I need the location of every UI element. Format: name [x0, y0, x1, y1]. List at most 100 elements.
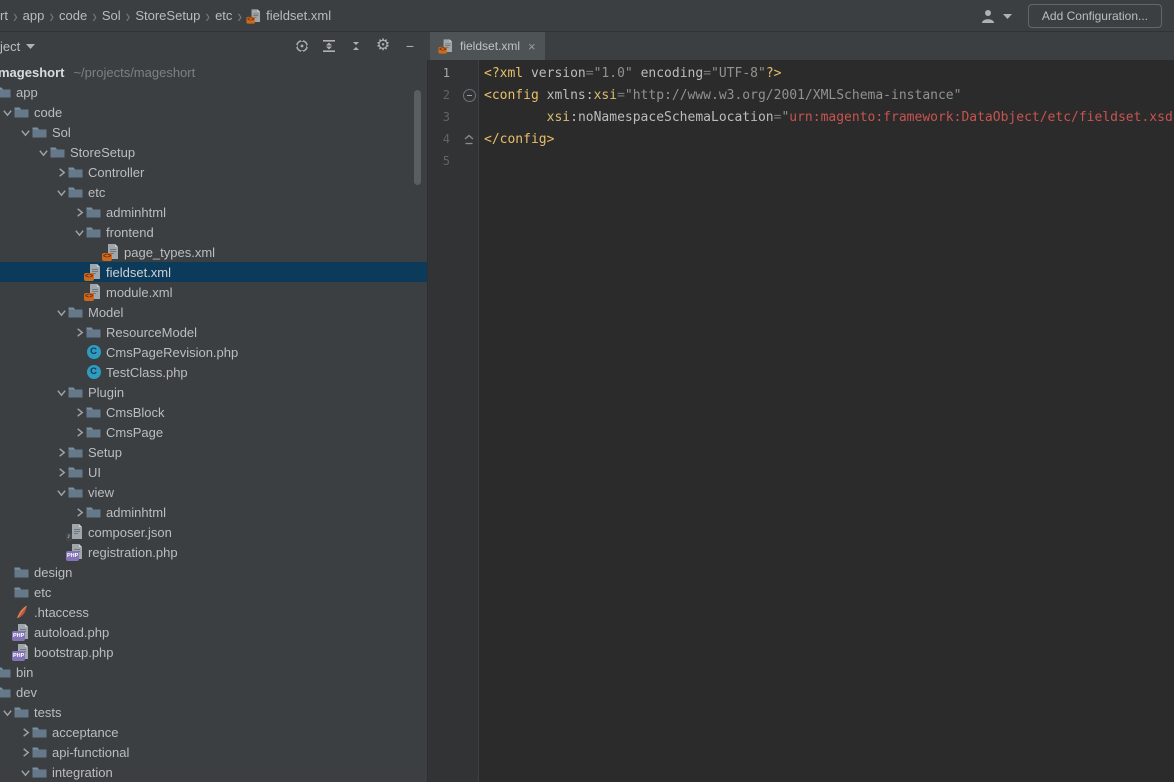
code-line-2[interactable]: 2<config xmlns:xsi="http://www.w3.org/20…: [428, 84, 1174, 106]
fold-end-icon[interactable]: [462, 134, 476, 145]
tree-item-cmsblock[interactable]: CmsBlock: [0, 402, 427, 422]
tree-item-label: CmsPageRevision.php: [106, 345, 238, 360]
chevron-collapsed-icon[interactable]: [72, 407, 86, 418]
tree-item-bin[interactable]: bin: [0, 662, 427, 682]
tree-item-autoload-php[interactable]: PHPautoload.php: [0, 622, 427, 642]
tree-item-label: dev: [16, 685, 37, 700]
tree-item-controller[interactable]: Controller: [0, 162, 427, 182]
collapse-all-icon[interactable]: [347, 37, 365, 55]
tree-item-etc[interactable]: etc: [0, 182, 427, 202]
tree-item-sol[interactable]: Sol: [0, 122, 427, 142]
tree-item-setup[interactable]: Setup: [0, 442, 427, 462]
tree-item-page-types-xml[interactable]: <>page_types.xml: [0, 242, 427, 262]
breadcrumb-item-etc[interactable]: etc: [215, 8, 232, 23]
line-number: 5: [434, 154, 450, 168]
code-line-5[interactable]: 5: [428, 150, 1174, 172]
tree-item-composer-json[interactable]: ♪composer.json: [0, 522, 427, 542]
code-text: </config>: [484, 132, 554, 147]
folder-icon: [86, 204, 101, 220]
close-tab-icon[interactable]: ×: [528, 39, 536, 54]
project-tree-scrollbar[interactable]: [414, 90, 421, 185]
breadcrumb-item-code[interactable]: code: [59, 8, 87, 23]
line-number: 3: [434, 110, 450, 124]
tree-item-integration[interactable]: integration: [0, 762, 427, 782]
breadcrumb-item-storesetup[interactable]: StoreSetup: [135, 8, 200, 23]
tree-item-frontend[interactable]: frontend: [0, 222, 427, 242]
code-line-4[interactable]: 4</config>: [428, 128, 1174, 150]
tree-item-api-functional[interactable]: api-functional: [0, 742, 427, 762]
chevron-collapsed-icon[interactable]: [54, 167, 68, 178]
tree-item-testclass-php[interactable]: CTestClass.php: [0, 362, 427, 382]
tree-item-label: registration.php: [88, 545, 178, 560]
tree-item-tests[interactable]: tests: [0, 702, 427, 722]
chevron-collapsed-icon[interactable]: [72, 427, 86, 438]
editor[interactable]: 1<?xml version="1.0" encoding="UTF-8"?>2…: [428, 60, 1174, 782]
tree-item-bootstrap-php[interactable]: PHPbootstrap.php: [0, 642, 427, 662]
chevron-collapsed-icon[interactable]: [18, 727, 32, 738]
tab-label: fieldset.xml: [460, 39, 520, 53]
chevron-expanded-icon[interactable]: [36, 147, 50, 158]
chevron-collapsed-icon[interactable]: [54, 447, 68, 458]
chevron-expanded-icon[interactable]: [18, 127, 32, 138]
settings-gear-icon[interactable]: ⚙: [374, 37, 392, 55]
tree-item-cmspage[interactable]: CmsPage: [0, 422, 427, 442]
chevron-collapsed-icon[interactable]: [72, 207, 86, 218]
tree-item-fieldset-xml[interactable]: <>fieldset.xml: [0, 262, 427, 282]
project-tree: mageshort~/projects/mageshortappcodeSolS…: [0, 60, 427, 782]
code-text: <config xmlns:xsi="http://www.w3.org/200…: [484, 88, 961, 103]
tree-item--htaccess[interactable]: .htaccess: [0, 602, 427, 622]
folder-icon: [0, 684, 11, 700]
breadcrumb-item-app[interactable]: app: [23, 8, 45, 23]
hide-panel-icon[interactable]: −: [401, 37, 419, 55]
add-configuration-button[interactable]: Add Configuration...: [1028, 4, 1162, 28]
chevron-collapsed-icon[interactable]: [72, 507, 86, 518]
breadcrumb-item-sol[interactable]: Sol: [102, 8, 121, 23]
project-view-dropdown[interactable]: ject: [0, 39, 35, 54]
tree-item-module-xml[interactable]: <>module.xml: [0, 282, 427, 302]
tree-item-dev[interactable]: dev: [0, 682, 427, 702]
chevron-expanded-icon[interactable]: [72, 227, 86, 238]
tree-item-ui[interactable]: UI: [0, 462, 427, 482]
folder-icon: [86, 404, 101, 420]
tree-item-adminhtml[interactable]: adminhtml: [0, 502, 427, 522]
breadcrumb-item-fieldset-xml[interactable]: <>fieldset.xml: [247, 8, 331, 24]
chevron-collapsed-icon[interactable]: [18, 747, 32, 758]
breadcrumb-item-rt[interactable]: rt: [0, 8, 8, 23]
tree-item-model[interactable]: Model: [0, 302, 427, 322]
chevron-down-icon[interactable]: [1003, 13, 1012, 19]
code-text: <?xml version="1.0" encoding="UTF-8"?>: [484, 66, 781, 81]
tree-item-plugin[interactable]: Plugin: [0, 382, 427, 402]
breadcrumb-separator-icon: ›: [121, 5, 136, 26]
tree-item-code[interactable]: code: [0, 102, 427, 122]
tree-item-etc[interactable]: etc: [0, 582, 427, 602]
user-icon[interactable]: [980, 9, 997, 23]
chevron-expanded-icon[interactable]: [18, 767, 32, 778]
tree-item-label: .htaccess: [34, 605, 89, 620]
code-line-3[interactable]: 3 xsi:noNamespaceSchemaLocation="urn:mag…: [428, 106, 1174, 128]
chevron-collapsed-icon[interactable]: [72, 327, 86, 338]
chevron-expanded-icon[interactable]: [54, 387, 68, 398]
tree-item-storesetup[interactable]: StoreSetup: [0, 142, 427, 162]
chevron-expanded-icon[interactable]: [0, 107, 14, 118]
tab-fieldset-xml[interactable]: <> fieldset.xml ×: [430, 32, 545, 60]
folder-icon: [0, 664, 11, 680]
chevron-collapsed-icon[interactable]: [54, 467, 68, 478]
fold-start-icon[interactable]: [462, 89, 476, 102]
chevron-expanded-icon[interactable]: [0, 707, 14, 718]
tree-item-adminhtml[interactable]: adminhtml: [0, 202, 427, 222]
expand-all-icon[interactable]: [320, 37, 338, 55]
tree-item-resourcemodel[interactable]: ResourceModel: [0, 322, 427, 342]
tree-item-mageshort[interactable]: mageshort~/projects/mageshort: [0, 62, 427, 82]
tree-item-view[interactable]: view: [0, 482, 427, 502]
tree-item-design[interactable]: design: [0, 562, 427, 582]
tree-item-registration-php[interactable]: PHPregistration.php: [0, 542, 427, 562]
locate-icon[interactable]: [293, 37, 311, 55]
breadcrumb-label: rt: [0, 8, 8, 23]
tree-item-acceptance[interactable]: acceptance: [0, 722, 427, 742]
chevron-expanded-icon[interactable]: [54, 307, 68, 318]
code-line-1[interactable]: 1<?xml version="1.0" encoding="UTF-8"?>: [428, 62, 1174, 84]
chevron-expanded-icon[interactable]: [54, 487, 68, 498]
chevron-expanded-icon[interactable]: [54, 187, 68, 198]
tree-item-app[interactable]: app: [0, 82, 427, 102]
tree-item-cmspagerevision-php[interactable]: CCmsPageRevision.php: [0, 342, 427, 362]
